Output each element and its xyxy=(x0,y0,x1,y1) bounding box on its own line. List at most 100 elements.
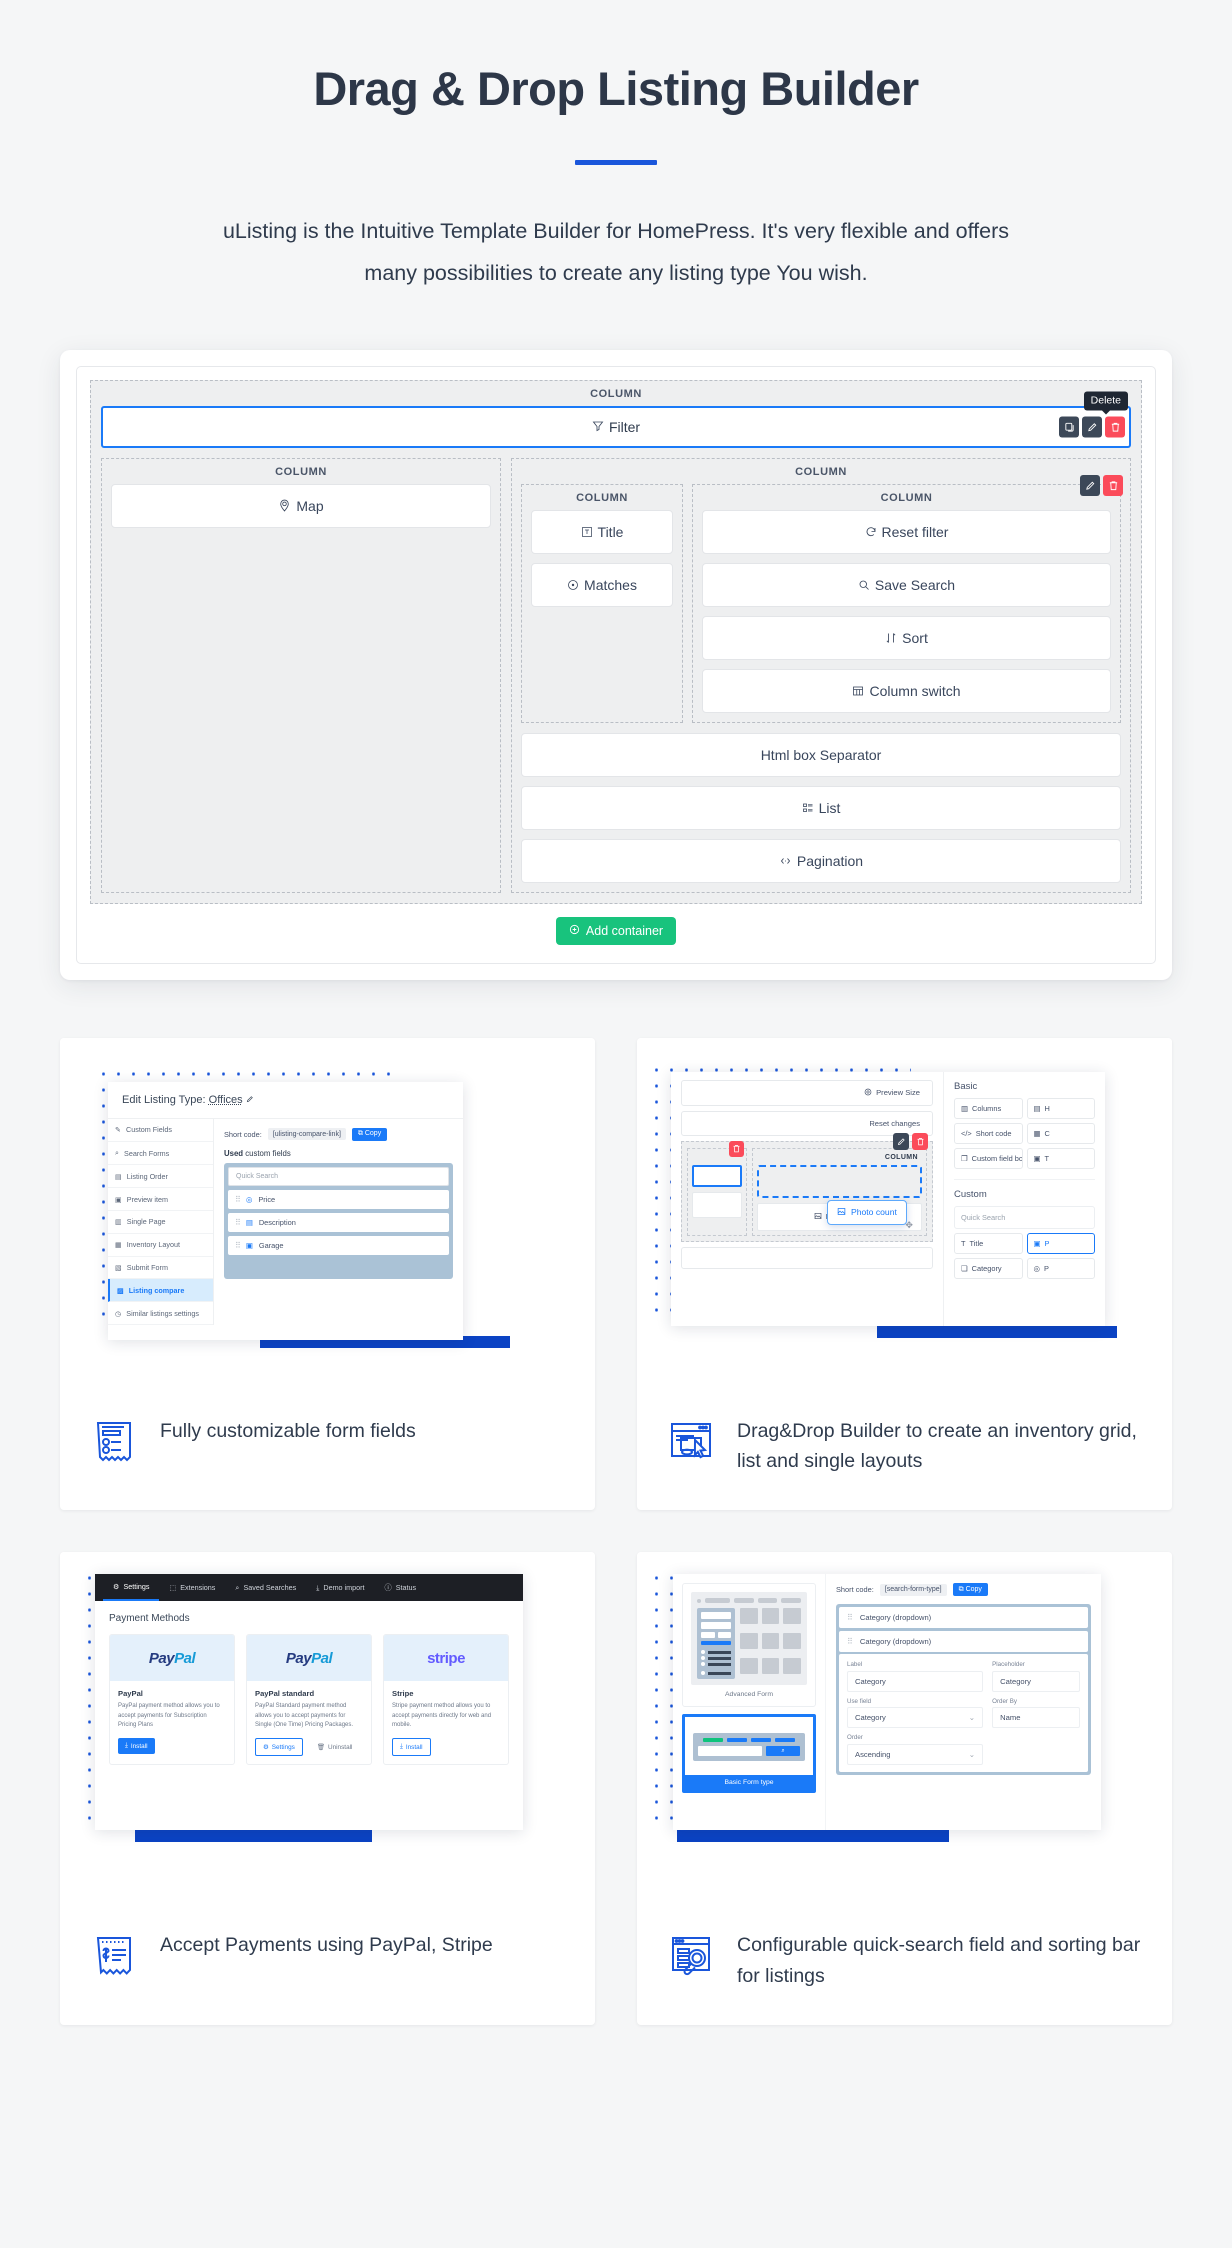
quick-search-input[interactable]: Quick Search xyxy=(228,1166,449,1186)
tab-demo-import[interactable]: ⤓ Demo import xyxy=(306,1574,374,1601)
library-item-html[interactable]: ▤ H xyxy=(1026,1097,1095,1119)
edit-pencil-icon[interactable] xyxy=(893,1132,909,1150)
hero-subtitle: uListing is the Intuitive Template Build… xyxy=(222,219,1010,285)
library-item-t[interactable]: ▣ T xyxy=(1026,1147,1095,1169)
list-item[interactable]: ⠿ ▤ Description xyxy=(228,1212,449,1232)
sidebar-item-similar-listings-settings[interactable]: ◷ Similar listings settings xyxy=(108,1302,213,1325)
library-item-columns[interactable]: ▥ Columns xyxy=(954,1097,1023,1119)
usefield-select[interactable]: Category ⌄ xyxy=(847,1707,984,1729)
empty-dropzone[interactable] xyxy=(531,616,673,704)
copy-button[interactable]: ⧉ Copy xyxy=(952,1583,988,1597)
widget-placeholder[interactable] xyxy=(692,1191,742,1218)
tab-settings[interactable]: ⚙ Settings xyxy=(103,1574,160,1602)
sidebar-item-custom-fields[interactable]: ✎ Custom Fields xyxy=(108,1119,213,1142)
edit-pencil-icon[interactable] xyxy=(246,1094,254,1106)
label-input[interactable]: Category xyxy=(847,1670,984,1692)
tab-saved-searches[interactable]: ⌕ Saved Searches xyxy=(225,1574,306,1601)
settings-button[interactable]: ⚙ Settings xyxy=(255,1738,303,1757)
sidebar-item-listing-compare[interactable]: ▨ Listing compare xyxy=(108,1279,213,1303)
widget-save-search[interactable]: Save Search xyxy=(702,562,1111,607)
list-item[interactable]: ⠿ ◎ Price xyxy=(228,1189,449,1209)
library-item-c[interactable]: ▦ C xyxy=(1026,1122,1095,1144)
sidebar-item-submit-form[interactable]: ▧ Submit Form xyxy=(108,1257,213,1280)
quick-search-input[interactable]: Quick Search xyxy=(954,1205,1095,1229)
list-item[interactable]: ⠿ Category (dropdown) xyxy=(839,1607,1088,1629)
widget-map[interactable]: Map xyxy=(111,483,491,528)
widget-filter[interactable]: Filter Delete xyxy=(101,391,1131,448)
payment-method-name: PayPal xyxy=(118,1689,143,1699)
list-item[interactable]: ⠿ Category (dropdown) xyxy=(839,1631,1088,1653)
drag-handle-icon[interactable]: ⠿ xyxy=(235,1195,241,1204)
library-item-custom-field-box[interactable]: ❐ Custom field box xyxy=(954,1147,1023,1169)
widget-sort-label: Sort xyxy=(902,629,928,646)
builder-column-left[interactable]: COLUMN Map xyxy=(101,457,501,893)
delete-trash-icon[interactable] xyxy=(912,1132,928,1150)
sidebar-item-search-forms[interactable]: ⌕ Search Forms xyxy=(108,1142,213,1166)
add-container-button[interactable]: Add container xyxy=(555,916,677,945)
widget-matches[interactable]: Matches xyxy=(531,562,673,607)
box-icon: ❐ xyxy=(961,1153,968,1163)
builder-nested-column-b[interactable]: COLUMN Reset filter Save Search Sort Col… xyxy=(692,483,1121,723)
library-item-photo[interactable]: ▣ P xyxy=(1026,1232,1095,1254)
library-item-short-code[interactable]: </> Short code xyxy=(954,1122,1023,1144)
install-button[interactable]: ⤓ Install xyxy=(118,1738,155,1755)
duplicate-icon[interactable] xyxy=(1059,416,1079,438)
empty-dropzone[interactable] xyxy=(111,537,491,667)
gear-icon xyxy=(864,1088,872,1098)
widget-sort[interactable]: Sort xyxy=(702,615,1111,660)
payment-method-name: PayPal standard xyxy=(255,1689,315,1699)
list-item[interactable]: ⠿ ▣ Garage xyxy=(228,1235,449,1255)
library-item-title[interactable]: T Title xyxy=(954,1232,1023,1254)
drag-handle-icon[interactable]: ⠿ xyxy=(235,1218,241,1227)
builder-container[interactable]: COLUMN Photo count xyxy=(681,1132,933,1242)
empty-dropzone[interactable] xyxy=(228,1255,449,1275)
drop-zone[interactable] xyxy=(757,1164,922,1198)
tab-extensions[interactable]: ⬚ Extensions xyxy=(159,1574,225,1601)
preview-basic-form[interactable]: ⌕ Basic Form type xyxy=(682,1714,816,1794)
install-button[interactable]: ⤓ Install xyxy=(392,1738,431,1757)
builder-column-right[interactable]: COLUMN COLUMN Title Matches COLUMN Reset… xyxy=(511,457,1131,893)
sidebar-item-inventory-layout[interactable]: ▦ Inventory Layout xyxy=(108,1234,213,1257)
edit-pencil-icon[interactable] xyxy=(1082,416,1102,438)
page-title: Drag & Drop Listing Builder xyxy=(313,62,919,115)
orderby-select[interactable]: Name xyxy=(992,1707,1080,1729)
widget-title[interactable]: Title xyxy=(531,509,673,554)
builder-nested-column-a[interactable]: COLUMN Title Matches xyxy=(521,483,683,723)
widget-reset-filter[interactable]: Reset filter xyxy=(702,509,1111,554)
widget-list[interactable]: List xyxy=(521,785,1121,830)
dragged-widget-photo-count[interactable]: Photo count ✥ xyxy=(827,1199,913,1230)
builder-subcolumn[interactable] xyxy=(687,1140,747,1236)
widget-html-box-separator[interactable]: Html box Separator xyxy=(521,732,1121,777)
builder-outer-container[interactable]: COLUMN Filter Delete COLUMN Map COLUMN C… xyxy=(90,379,1142,904)
edit-pencil-icon[interactable] xyxy=(1080,474,1100,496)
sidebar-item-single-page[interactable]: ▥ Single Page xyxy=(108,1211,213,1234)
delete-trash-icon[interactable] xyxy=(1105,416,1125,438)
drag-handle-icon[interactable]: ⠿ xyxy=(847,1637,853,1646)
delete-trash-icon[interactable] xyxy=(1103,474,1123,496)
drag-handle-icon[interactable]: ⠿ xyxy=(847,1613,853,1622)
order-select[interactable]: Ascending ⌄ xyxy=(847,1743,984,1765)
selected-widget[interactable] xyxy=(692,1164,742,1187)
widget-placeholder[interactable] xyxy=(681,1246,933,1269)
library-item-price[interactable]: ◎ P xyxy=(1026,1257,1095,1279)
drag-handle-icon[interactable]: ⠿ xyxy=(235,1241,241,1250)
html-icon: ▤ xyxy=(1033,1103,1041,1113)
plug-icon: ⬚ xyxy=(169,1583,177,1593)
copy-button[interactable]: ⧉ Copy xyxy=(351,1127,388,1141)
widget-pagination[interactable]: Pagination xyxy=(521,838,1121,883)
tab-status[interactable]: ⓘ Status xyxy=(375,1574,427,1601)
card-caption-text: Accept Payments using PayPal, Stripe xyxy=(160,1934,493,1957)
category-icon: ❏ xyxy=(961,1263,968,1273)
preview-size-button[interactable]: Preview Size xyxy=(681,1079,933,1106)
sidebar-item-preview-item[interactable]: ▣ Preview item xyxy=(108,1188,213,1212)
text-title-icon xyxy=(581,526,593,538)
screenshot-title-value: Offices xyxy=(208,1093,243,1106)
widget-column-switch[interactable]: Column switch xyxy=(702,668,1111,713)
placeholder-input[interactable]: Category xyxy=(992,1670,1080,1692)
preview-advanced-form[interactable]: Advanced Form xyxy=(682,1583,816,1708)
library-item-category[interactable]: ❏ Category xyxy=(954,1257,1023,1279)
sidebar-item-listing-order[interactable]: ▤ Listing Order xyxy=(108,1165,213,1189)
delete-trash-icon[interactable] xyxy=(729,1140,744,1157)
widget-map-label: Map xyxy=(296,497,324,514)
uninstall-button[interactable]: 🗑 Uninstall xyxy=(310,1739,360,1755)
